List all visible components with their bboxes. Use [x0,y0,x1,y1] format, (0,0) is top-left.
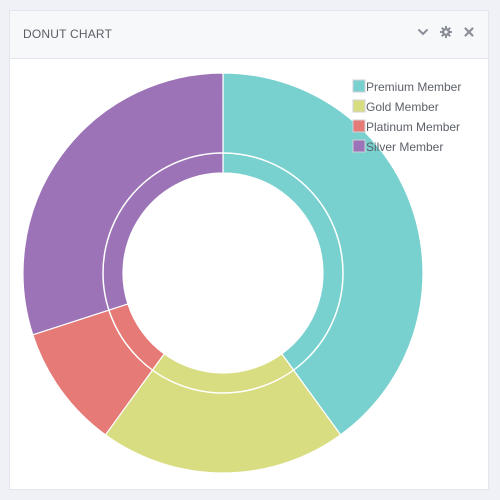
legend-label: Premium Member [366,80,461,94]
legend-label: Gold Member [366,100,439,114]
legend-swatch [352,119,366,133]
legend-item-premium-member[interactable]: Premium Member [352,79,461,94]
donut-slice-silver-member[interactable] [22,72,224,336]
legend-label: Silver Member [366,140,443,154]
legend-item-gold-member[interactable]: Gold Member [352,99,439,114]
donut-chart: Premium Member Gold Member Platinum Member… [22,72,461,474]
legend-item-platinum-member[interactable]: Platinum Member [352,119,460,134]
legend-item-silver-member[interactable]: Silver Member [352,139,443,154]
legend-label: Platinum Member [366,120,460,134]
legend-swatch [352,139,366,153]
legend-swatch [352,79,366,93]
legend-swatch [352,99,366,113]
